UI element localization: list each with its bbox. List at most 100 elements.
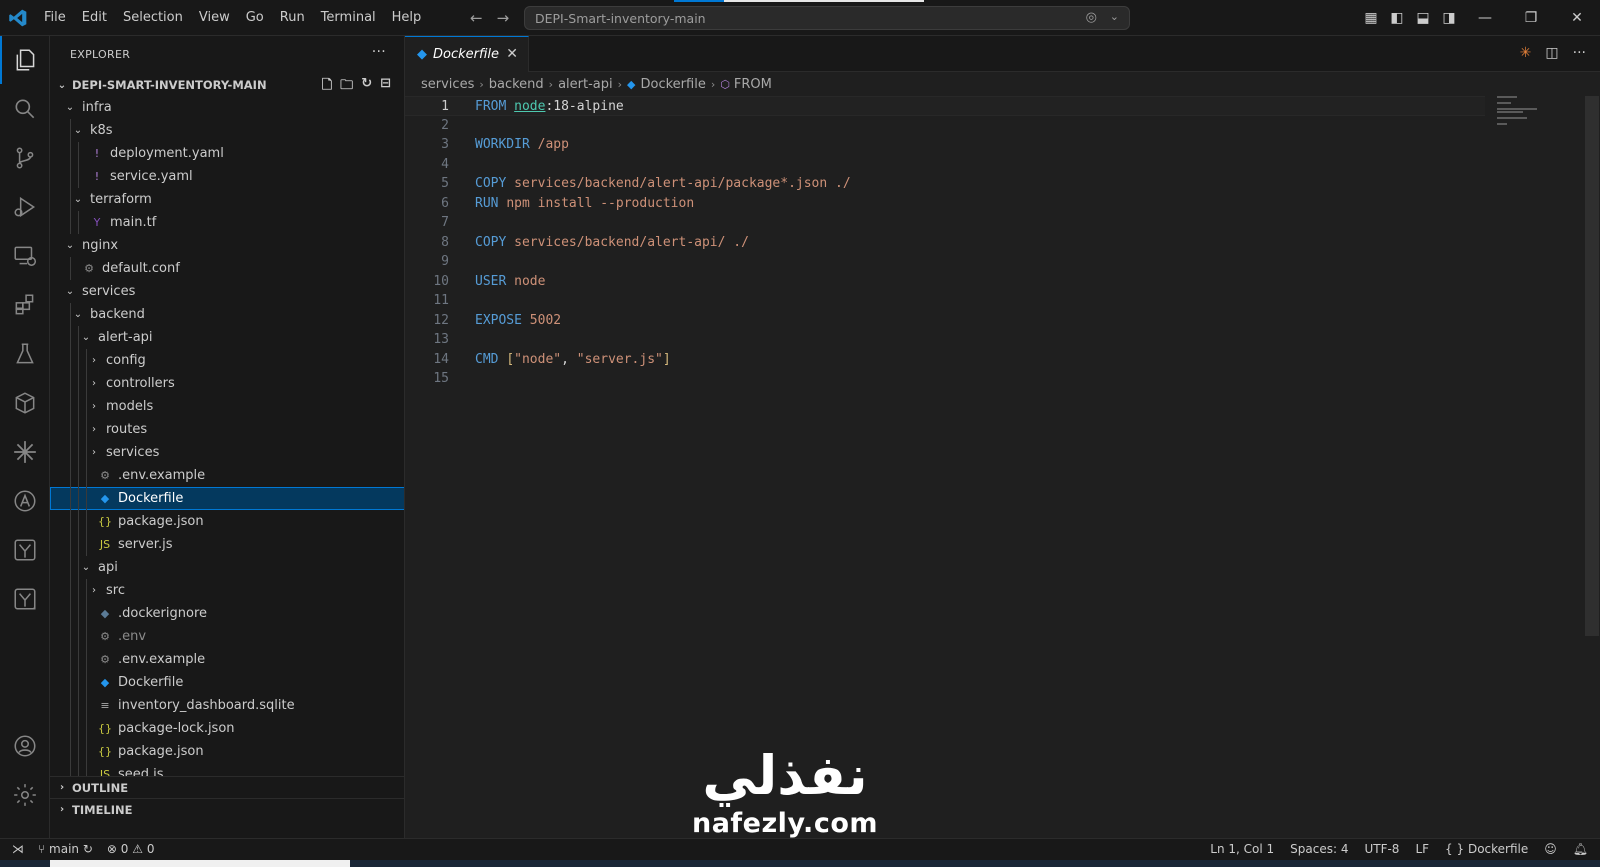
problems-indicator[interactable]: ⊗ 0 ⚠ 0 [107, 842, 155, 856]
tree-item[interactable]: {} package-lock.json [50, 717, 404, 740]
end-of-line[interactable]: LF [1415, 842, 1429, 856]
git-graph-icon[interactable] [0, 526, 50, 574]
minimap[interactable] [1497, 96, 1557, 126]
menu-edit[interactable]: Edit [74, 0, 115, 36]
tree-item[interactable]: ⌄ backend [50, 303, 404, 326]
tree-item[interactable]: ⚙ .env [50, 625, 404, 648]
code-editor[interactable]: 1 FROM node:18-alpine 2 3 WORKDIR /app 4 5 COPY… [405, 96, 1600, 838]
close-window-icon[interactable]: ✕ [1554, 10, 1600, 26]
minimize-icon[interactable]: — [1462, 10, 1508, 26]
restore-icon[interactable]: ❐ [1508, 10, 1554, 26]
menu-file[interactable]: File [36, 0, 74, 36]
code-line[interactable]: 4 [405, 155, 1485, 175]
code-line[interactable]: 13 [405, 330, 1485, 350]
remote-icon[interactable]: ⋊ [12, 842, 24, 856]
tree-item[interactable]: ◆ Dockerfile [50, 671, 404, 694]
tree-item[interactable]: ! service.yaml [50, 165, 404, 188]
code-line[interactable]: 10 USER node [405, 272, 1485, 292]
menu-terminal[interactable]: Terminal [313, 0, 384, 36]
more-editor-actions-icon[interactable]: ··· [1573, 45, 1586, 61]
code-line[interactable]: 9 [405, 252, 1485, 272]
tree-item[interactable]: ⌄ nginx [50, 234, 404, 257]
spark-action-icon[interactable]: ✳ [1520, 45, 1532, 61]
chevron-down-icon[interactable]: ⌄ [1110, 10, 1119, 23]
code-line[interactable]: 8 COPY services/backend/alert-api/ ./ [405, 233, 1485, 253]
tree-item[interactable]: ⚙ .env.example [50, 464, 404, 487]
tree-item[interactable]: {} package.json [50, 510, 404, 533]
tree-item[interactable]: › models [50, 395, 404, 418]
collapse-all-icon[interactable]: ⊟ [380, 76, 391, 98]
code-line[interactable]: 6 RUN npm install --production [405, 194, 1485, 214]
new-file-icon[interactable]: 🗋 [322, 76, 332, 98]
search-icon[interactable] [0, 85, 50, 133]
tree-item[interactable]: ! deployment.yaml [50, 142, 404, 165]
code-line[interactable]: 3 WORKDIR /app [405, 135, 1485, 155]
remote-explorer-icon[interactable] [0, 232, 50, 280]
tree-item[interactable]: ⌄ infra [50, 96, 404, 119]
manage-gear-icon[interactable] [0, 771, 50, 819]
toggle-primary-sidebar-icon[interactable]: ◧ [1384, 10, 1410, 26]
tree-item[interactable]: ◆ Dockerfile [50, 487, 404, 510]
breadcrumb-backend[interactable]: backend [489, 77, 544, 92]
code-line[interactable]: 14 CMD ["node", "server.js"] [405, 350, 1485, 370]
command-center[interactable]: DEPI-Smart-inventory-main ◎ ⌄ [524, 6, 1130, 30]
copilot-icon[interactable]: ◎ [1086, 10, 1097, 25]
vertical-scrollbar[interactable] [1585, 96, 1599, 636]
encoding[interactable]: UTF-8 [1364, 842, 1399, 856]
split-editor-icon[interactable]: ◫ [1545, 45, 1558, 61]
branch-indicator[interactable]: ⑂ main ↻ [38, 842, 93, 856]
language-mode[interactable]: { } Dockerfile [1445, 842, 1528, 856]
outline-section[interactable]: › OUTLINE [50, 776, 404, 798]
testing-icon[interactable] [0, 330, 50, 378]
breadcrumb-dockerfile[interactable]: Dockerfile [641, 77, 706, 92]
indentation[interactable]: Spaces: 4 [1290, 842, 1348, 856]
tree-item[interactable]: ≡ inventory_dashboard.sqlite [50, 694, 404, 717]
close-tab-icon[interactable]: ✕ [506, 46, 518, 62]
tree-item[interactable]: {} package.json [50, 740, 404, 763]
more-actions-icon[interactable]: ··· [372, 44, 386, 60]
menu-go[interactable]: Go [238, 0, 272, 36]
cursor-position[interactable]: Ln 1, Col 1 [1210, 842, 1274, 856]
source-control-icon[interactable] [0, 134, 50, 182]
tree-item[interactable]: ⌄ api [50, 556, 404, 579]
tree-item[interactable]: › src [50, 579, 404, 602]
menu-selection[interactable]: Selection [115, 0, 191, 36]
tree-item[interactable]: › routes [50, 418, 404, 441]
new-folder-icon[interactable]: 🗀 [340, 76, 353, 98]
code-line[interactable]: 1 FROM node:18-alpine [405, 96, 1485, 116]
tree-item[interactable]: ⌄ terraform [50, 188, 404, 211]
tree-item[interactable]: ⌄ services [50, 280, 404, 303]
tree-item[interactable]: ⌄ k8s [50, 119, 404, 142]
tree-item[interactable]: › controllers [50, 372, 404, 395]
tree-item[interactable]: Ymain.tf [50, 211, 404, 234]
spark-icon[interactable] [0, 428, 50, 476]
tab-dockerfile[interactable]: ◆ Dockerfile ✕ [405, 36, 529, 72]
workspace-root[interactable]: ⌄ DEPI-SMART-INVENTORY-MAIN 🗋 🗀 ↻ ⊟ [50, 74, 404, 98]
notifications-bell-icon[interactable]: 🔔︎ [1573, 842, 1588, 856]
code-line[interactable]: 5 COPY services/backend/alert-api/package… [405, 174, 1485, 194]
git-history-icon[interactable] [0, 575, 50, 623]
menu-view[interactable]: View [191, 0, 238, 36]
tree-item[interactable]: ⌄ alert-api [50, 326, 404, 349]
tree-item[interactable]: ◆ .dockerignore [50, 602, 404, 625]
code-line[interactable]: 7 [405, 213, 1485, 233]
tree-item[interactable]: › config [50, 349, 404, 372]
extensions-icon[interactable] [0, 281, 50, 329]
tree-item[interactable]: JS server.js [50, 533, 404, 556]
forward-arrow-icon[interactable]: → [497, 9, 510, 27]
tree-item[interactable]: ⚙ .env.example [50, 648, 404, 671]
toggle-secondary-sidebar-icon[interactable]: ◨ [1436, 10, 1462, 26]
tree-item[interactable]: ⚙ default.conf [50, 257, 404, 280]
code-line[interactable]: 2 [405, 116, 1485, 136]
breadcrumb-services[interactable]: services [421, 77, 474, 92]
breadcrumb-from[interactable]: FROM [734, 77, 772, 92]
breadcrumb-alert-api[interactable]: alert-api [558, 77, 613, 92]
code-line[interactable]: 12 EXPOSE 5002 [405, 311, 1485, 331]
accounts-icon[interactable] [0, 722, 50, 770]
customize-layout-icon[interactable]: ▦ [1358, 10, 1384, 26]
timeline-section[interactable]: › TIMELINE [50, 798, 404, 820]
copilot-status-icon[interactable]: ☺ [1544, 842, 1557, 856]
back-arrow-icon[interactable]: ← [470, 9, 483, 27]
code-line[interactable]: 11 [405, 291, 1485, 311]
angular-icon[interactable] [0, 477, 50, 525]
